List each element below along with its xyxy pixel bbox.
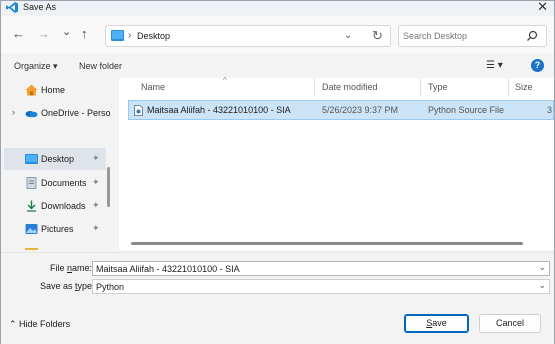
home-icon xyxy=(25,84,38,96)
address-dropdown-icon[interactable]: ⌄ xyxy=(344,30,352,41)
sidebar-item-label: Downloads xyxy=(41,201,86,211)
new-folder-button[interactable]: New folder xyxy=(79,61,122,71)
onedrive-icon xyxy=(25,111,38,118)
column-divider[interactable] xyxy=(508,78,509,96)
file-name-input[interactable] xyxy=(96,263,526,274)
address-bar[interactable]: › Desktop ⌄ ↻ xyxy=(105,25,391,47)
table-row[interactable]: Maitsaa Aliifah - 43221010100 - SIA 5/26… xyxy=(128,100,554,120)
documents-icon xyxy=(26,177,37,189)
chevron-down-icon[interactable]: ⌄ xyxy=(538,280,546,291)
sidebar-item-label: Documents xyxy=(41,178,87,188)
hide-folders-button[interactable]: ⌃ Hide Folders xyxy=(9,319,70,330)
sidebar-item-desktop[interactable]: Desktop ✦ xyxy=(4,148,106,170)
folder-icon xyxy=(25,248,38,250)
save-form: File name: ⌄ Save as type: Python ⌄ ⌃ Hi… xyxy=(1,252,554,344)
pictures-icon xyxy=(25,224,38,234)
organize-button[interactable]: Organize ▾ xyxy=(14,61,58,72)
recent-locations-icon[interactable]: ⌄ xyxy=(62,24,71,40)
refresh-icon[interactable]: ↻ xyxy=(372,28,383,44)
pin-icon[interactable]: ✦ xyxy=(92,223,100,234)
sidebar-item-label: OneDrive - Perso xyxy=(41,108,111,118)
desktop-icon xyxy=(25,154,38,164)
file-size-cell: 3 xyxy=(547,105,553,115)
navigation-bar: ← → ⌄ ↑ › Desktop ⌄ ↻ xyxy=(1,16,554,53)
up-arrow-icon[interactable]: ↑ xyxy=(81,26,88,42)
command-bar: Organize ▾ New folder ☰ ▾ ? xyxy=(1,54,554,78)
sidebar-item-partial[interactable] xyxy=(1,242,109,250)
vscode-icon xyxy=(6,2,18,13)
sidebar-item-label: Home xyxy=(41,85,66,95)
file-type-cell: Python Source File xyxy=(428,105,505,115)
column-header-date[interactable]: Date modified xyxy=(322,82,378,92)
save-button[interactable]: Save xyxy=(404,314,469,333)
close-icon[interactable]: ✕ xyxy=(537,0,548,14)
window-title: Save As xyxy=(23,2,57,12)
save-as-type-label: Save as type: xyxy=(40,281,95,291)
back-arrow-icon[interactable]: ← xyxy=(12,26,25,42)
file-name-cell: Maitsaa Aliifah - 43221010100 - SIA xyxy=(147,105,291,115)
view-options-icon[interactable]: ☰ ▾ xyxy=(486,60,503,71)
downloads-icon xyxy=(27,200,36,212)
horizontal-scrollbar[interactable] xyxy=(131,242,523,245)
breadcrumb-desktop[interactable]: Desktop xyxy=(137,31,170,41)
title-bar: Save As ✕ xyxy=(1,0,554,15)
sidebar-item-downloads[interactable]: Downloads ✦ xyxy=(1,195,109,217)
column-divider[interactable] xyxy=(314,78,315,96)
sidebar-item-home[interactable]: Home xyxy=(1,79,109,101)
pin-icon[interactable]: ✦ xyxy=(92,177,100,188)
column-header-size[interactable]: Size xyxy=(515,82,533,92)
search-icon xyxy=(527,30,538,41)
help-icon[interactable]: ? xyxy=(531,59,544,72)
file-list: ^ Name Date modified Type Size Maitsaa A… xyxy=(119,76,554,250)
desktop-folder-icon xyxy=(111,30,124,41)
python-file-icon xyxy=(134,105,143,116)
save-as-dialog: Save As ✕ ← → ⌄ ↑ › Desktop ⌄ ↻ Organize… xyxy=(0,0,555,344)
sidebar-item-documents[interactable]: Documents ✦ xyxy=(1,172,109,194)
sidebar-item-pictures[interactable]: Pictures ✦ xyxy=(1,218,109,240)
save-as-type-select[interactable]: Python ⌄ xyxy=(92,279,550,294)
sidebar-item-onedrive[interactable]: › OneDrive - Perso xyxy=(1,102,111,124)
search-input[interactable] xyxy=(403,29,523,43)
sidebar-item-label: Desktop xyxy=(41,154,75,164)
column-divider[interactable] xyxy=(420,78,421,96)
sidebar-scrollbar[interactable] xyxy=(107,167,110,207)
cancel-button[interactable]: Cancel xyxy=(479,314,541,333)
file-name-field[interactable]: ⌄ xyxy=(92,261,550,276)
save-as-type-value: Python xyxy=(96,282,125,292)
search-box[interactable] xyxy=(398,25,547,47)
sort-ascending-icon: ^ xyxy=(223,76,227,85)
column-header-name[interactable]: Name xyxy=(141,82,165,92)
chevron-right-icon[interactable]: › xyxy=(12,107,15,117)
pin-icon[interactable]: ✦ xyxy=(92,153,100,164)
file-date-cell: 5/26/2023 9:37 PM xyxy=(322,105,399,115)
chevron-down-icon[interactable]: ⌄ xyxy=(538,262,546,273)
column-header-type[interactable]: Type xyxy=(428,82,448,92)
breadcrumb-separator: › xyxy=(128,30,132,41)
file-name-label: File name: xyxy=(50,263,93,273)
forward-arrow-icon[interactable]: → xyxy=(37,26,50,42)
sidebar-item-label: Pictures xyxy=(41,224,74,234)
pin-icon[interactable]: ✦ xyxy=(92,200,100,211)
navigation-pane: Home › OneDrive - Perso Desktop ✦ Docume… xyxy=(1,78,112,250)
